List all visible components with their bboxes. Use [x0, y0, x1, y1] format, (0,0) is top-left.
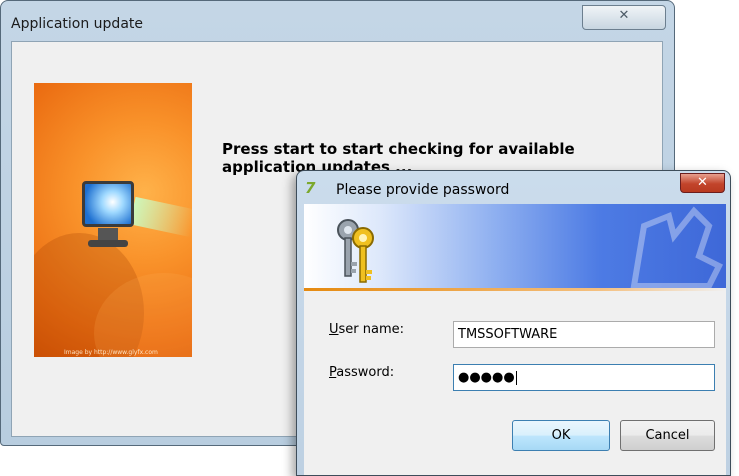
keys-icon: [337, 219, 374, 283]
username-input[interactable]: TMSSOFTWARE: [453, 321, 715, 348]
dialog-title: Please provide password: [336, 182, 510, 198]
close-icon: ✕: [618, 8, 630, 23]
update-banner-image: Image by http://www.glyfx.com: [34, 83, 192, 357]
banner-watermark-icon: [630, 206, 724, 288]
dialog-banner: [304, 204, 726, 291]
dialog-client-area: User name: TMSSOFTWARE Password: ●●●●● O…: [304, 204, 726, 475]
dialog-close-button[interactable]: ✕: [680, 173, 725, 193]
app-icon: 7: [305, 179, 316, 197]
monitor-icon: [82, 181, 138, 251]
username-label: User name:: [329, 322, 405, 337]
light-beam: [129, 196, 192, 238]
image-credit: Image by http://www.glyfx.com: [64, 349, 158, 356]
ok-button[interactable]: OK: [512, 420, 610, 451]
password-mask: ●●●●●: [458, 370, 515, 385]
password-input[interactable]: ●●●●●: [453, 364, 715, 391]
text-caret: [515, 370, 517, 385]
password-dialog: 7 Please provide password ✕ User name: T…: [296, 170, 731, 476]
close-button[interactable]: ✕: [582, 5, 666, 30]
window-title: Application update: [11, 16, 144, 32]
cancel-button[interactable]: Cancel: [620, 420, 715, 451]
close-icon: ✕: [697, 175, 708, 190]
banner-divider: [304, 288, 726, 291]
password-label: Password:: [329, 365, 395, 380]
